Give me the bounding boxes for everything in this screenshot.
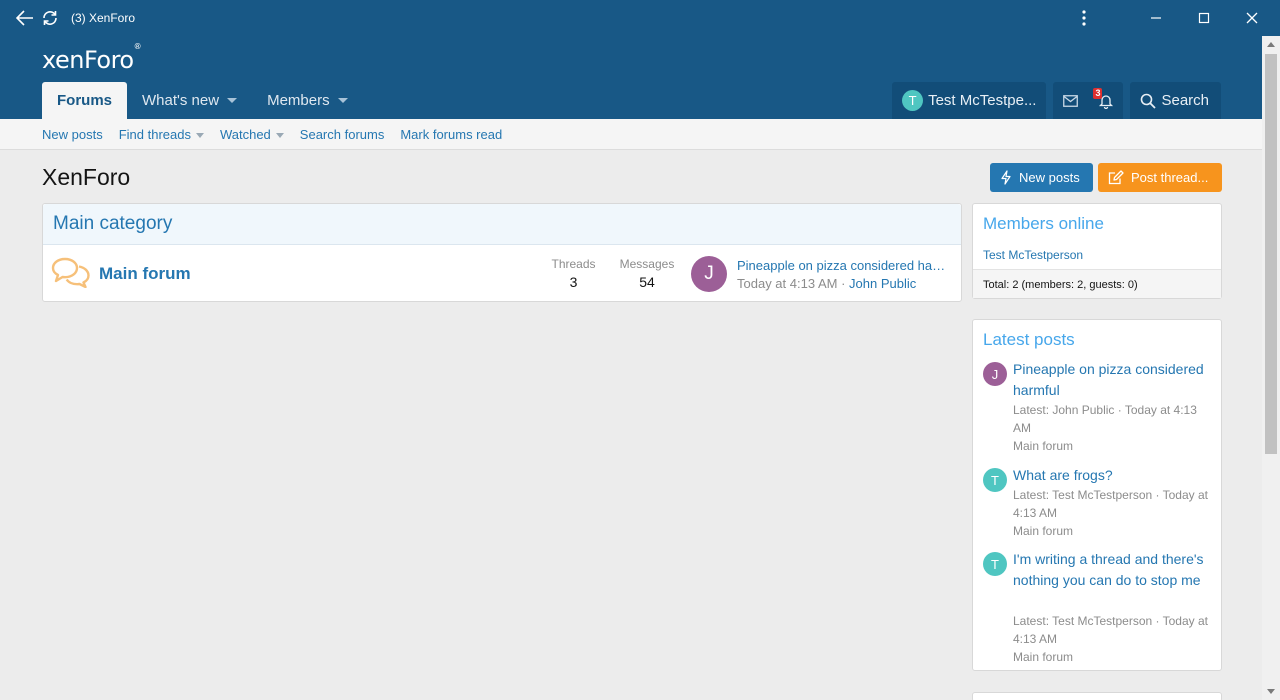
threads-label: Threads [551, 257, 596, 271]
chevron-up-icon [1267, 42, 1275, 47]
new-posts-label: New posts [1019, 170, 1080, 185]
maximize-icon [1198, 12, 1210, 24]
xenforo-logo[interactable]: xenForo® [42, 42, 142, 74]
latest-post-title-link[interactable]: What are frogs? [1013, 465, 1213, 486]
forum-chat-icon [51, 257, 90, 288]
arrow-left-icon [16, 10, 33, 26]
messages-stat: Messages 54 [619, 257, 675, 290]
window-titlebar: (3) XenForo [0, 0, 1280, 36]
lightning-icon [1001, 170, 1011, 185]
main-nav: Forums What's new Members [42, 82, 363, 119]
alerts-count-badge: 3 [1093, 88, 1103, 99]
search-button[interactable]: Search [1130, 82, 1221, 119]
last-post-title-link[interactable]: Pineapple on pizza considered harmful [737, 258, 947, 273]
last-post-time[interactable]: Today at 4:13 AM [737, 276, 837, 291]
chevron-down-icon[interactable] [337, 98, 348, 103]
site-header: xenForo® Forums What's new Members T Tes… [0, 36, 1262, 119]
avatar[interactable]: T [983, 552, 1007, 576]
subnav-find-threads[interactable]: Find threads [119, 127, 204, 142]
forum-row: Main forum Threads 3 Messages 54 J Pinea… [43, 245, 961, 301]
refresh-button[interactable] [39, 0, 61, 36]
search-icon [1141, 93, 1157, 109]
subnav-watched[interactable]: Watched [220, 127, 284, 142]
user-nav: T Test McTestpe... 3 Search [892, 82, 1221, 119]
latest-post-forum-link[interactable]: Main forum [1013, 437, 1213, 455]
avatar[interactable]: T [983, 468, 1007, 492]
close-icon [1246, 12, 1258, 24]
latest-post-title-link[interactable]: Pineapple on pizza considered harmful [1013, 359, 1213, 401]
subnav-label: Watched [219, 126, 271, 142]
messages-count: 54 [639, 274, 655, 290]
nav-tab-whats-new[interactable]: What's new [127, 82, 252, 119]
scrollbar-thumb[interactable] [1265, 54, 1277, 454]
scroll-down-button[interactable] [1262, 683, 1280, 700]
window-title: (3) XenForo [71, 11, 136, 25]
window-menu-button[interactable] [1064, 0, 1104, 36]
latest-post-meta: Latest: John Public · Today at 4:13 AM [1013, 403, 1197, 435]
account-name: Test McTestpe... [928, 92, 1037, 109]
last-post-author-link[interactable]: John Public [849, 276, 916, 291]
logo-mark: ® [133, 42, 142, 51]
maximize-button[interactable] [1180, 0, 1228, 36]
nav-tab-forums[interactable]: Forums [42, 82, 128, 119]
nav-tab-label: Members [267, 92, 330, 109]
latest-post-forum-link[interactable]: Main forum [1013, 648, 1213, 666]
members-online-title[interactable]: Members online [973, 204, 1221, 234]
subnav-label: Find threads [118, 126, 191, 142]
conversations-button[interactable] [1053, 82, 1088, 119]
refresh-icon [43, 11, 57, 25]
search-label: Search [1161, 92, 1209, 109]
close-button[interactable] [1228, 0, 1276, 36]
messages-label: Messages [619, 257, 675, 271]
chevron-down-icon[interactable] [275, 132, 284, 138]
members-online-block: Members online Test McTestperson Total: … [972, 203, 1222, 299]
latest-post-meta: Latest: Test McTestperson · Today at 4:1… [1013, 488, 1208, 520]
threads-count: 3 [569, 274, 578, 290]
page-scrollbar[interactable] [1262, 36, 1280, 700]
chevron-down-icon[interactable] [227, 98, 238, 103]
alerts-button[interactable]: 3 [1088, 82, 1123, 119]
category-block: Main category Main forum Threads 3 Messa… [42, 203, 962, 302]
subnav-mark-forums-read[interactable]: Mark forums read [400, 127, 502, 142]
last-post-meta: Today at 4:13 AM · John Public [737, 276, 916, 291]
subnav-new-posts[interactable]: New posts [42, 127, 103, 142]
back-button[interactable] [7, 0, 43, 36]
sub-nav: New posts Find threads Watched Search fo… [0, 119, 1262, 150]
inbox-alerts-group: 3 [1053, 82, 1124, 119]
chevron-down-icon[interactable] [195, 132, 204, 138]
category-title[interactable]: Main category [43, 204, 961, 245]
meta-separator: · [837, 276, 850, 291]
post-thread-button[interactable]: Post thread... [1098, 163, 1222, 192]
online-user-link[interactable]: Test McTestperson [983, 248, 1083, 262]
latest-post-forum-link[interactable]: Main forum [1013, 522, 1213, 540]
threads-stat: Threads 3 [551, 257, 596, 290]
scroll-up-button[interactable] [1262, 36, 1280, 53]
nav-tab-members[interactable]: Members [252, 82, 363, 119]
avatar: T [902, 90, 924, 111]
forum-title-link[interactable]: Main forum [99, 264, 191, 284]
envelope-icon [1063, 94, 1079, 107]
latest-posts-title[interactable]: Latest posts [973, 320, 1221, 350]
new-posts-button[interactable]: New posts [990, 163, 1093, 192]
next-sidebar-block [972, 692, 1222, 700]
latest-posts-block: Latest posts J Pineapple on pizza consid… [972, 319, 1222, 671]
edit-icon [1108, 170, 1124, 185]
subnav-search-forums[interactable]: Search forums [300, 127, 385, 142]
nav-tab-label: Forums [57, 92, 113, 109]
avatar[interactable]: J [691, 256, 727, 292]
logo-text: xenForo [42, 46, 134, 74]
chevron-down-icon [1267, 689, 1275, 694]
page-title: XenForo [42, 164, 131, 190]
account-menu-button[interactable]: T Test McTestpe... [892, 82, 1047, 119]
latest-post-title-link[interactable]: I'm writing a thread and there's nothing… [1013, 549, 1213, 591]
minimize-button[interactable] [1132, 0, 1180, 36]
kebab-menu-icon [1082, 10, 1086, 26]
post-thread-label: Post thread... [1131, 170, 1209, 185]
latest-post-meta: Latest: Test McTestperson · Today at 4:1… [1013, 614, 1208, 646]
minimize-icon [1151, 17, 1161, 19]
nav-tab-label: What's new [142, 92, 220, 109]
avatar[interactable]: J [983, 362, 1007, 386]
online-total: Total: 2 (members: 2, guests: 0) [973, 269, 1221, 298]
